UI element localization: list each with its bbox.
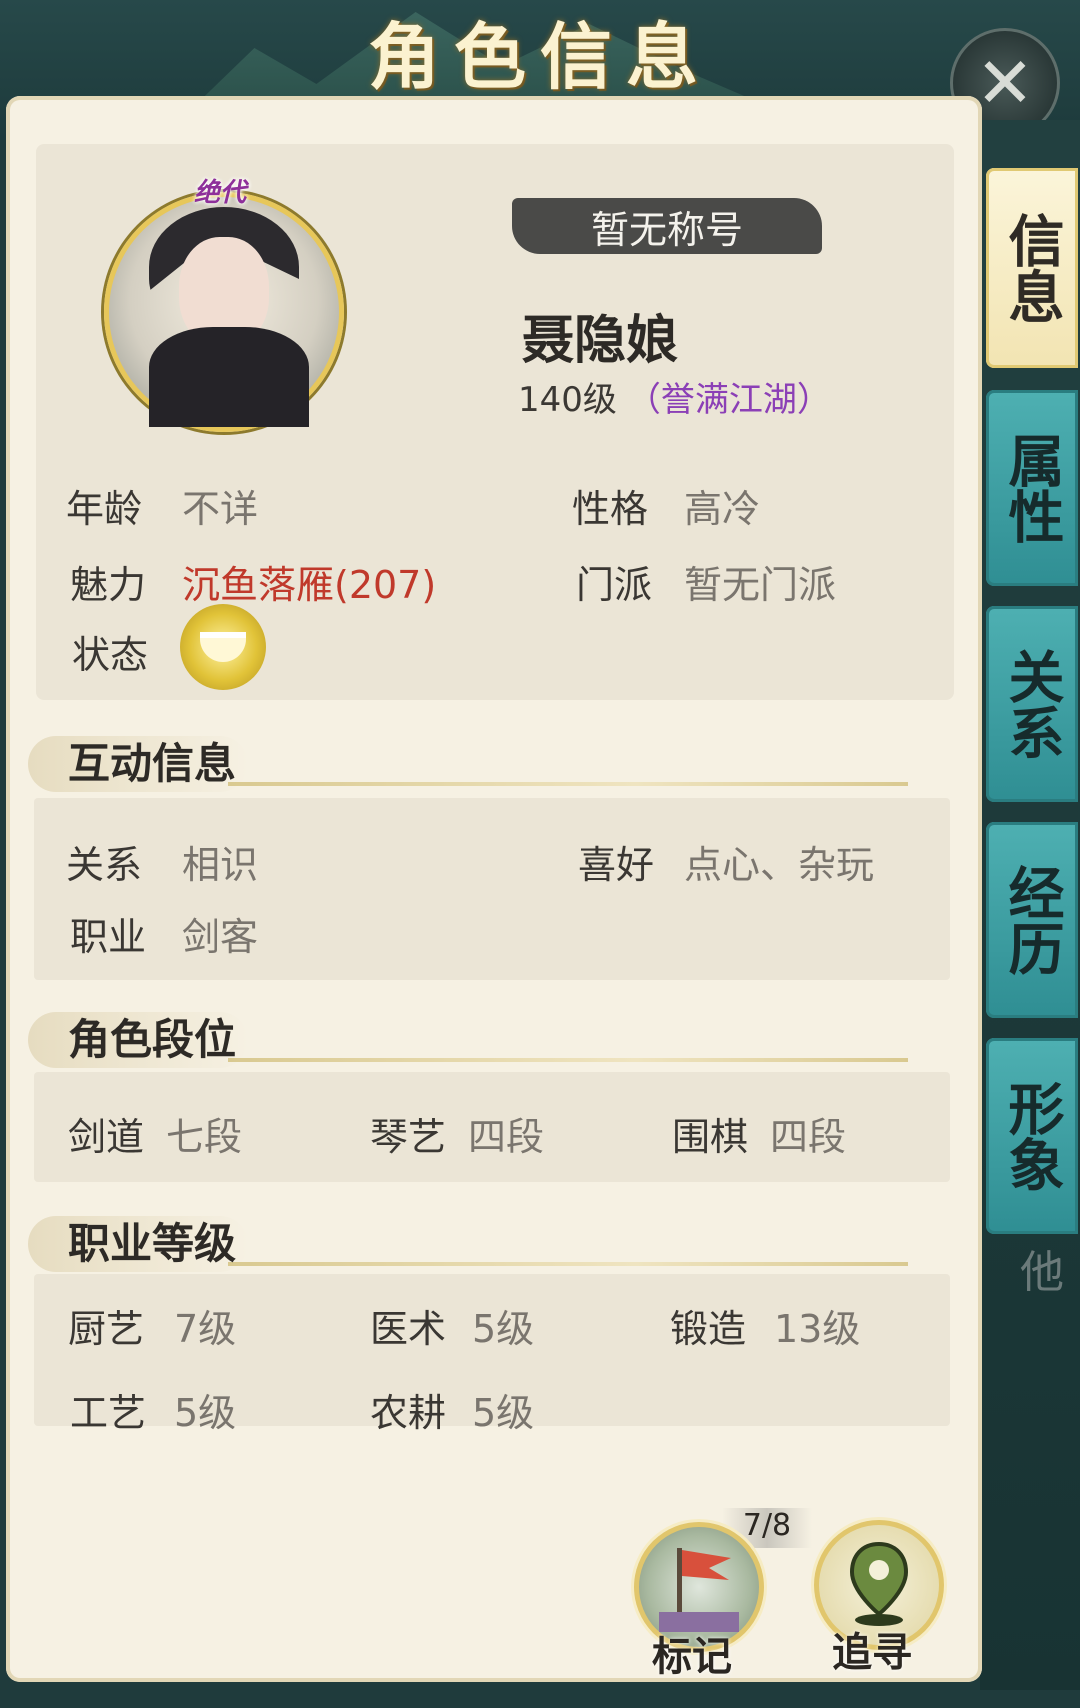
relation-label: 关系	[66, 843, 143, 887]
sect-label: 门派	[576, 563, 653, 607]
personality-label: 性格	[572, 487, 649, 531]
bowl-status-icon[interactable]	[180, 604, 266, 690]
job-level-value-medicine: 5级	[472, 1307, 535, 1351]
tab-relations-label: 关系	[999, 648, 1065, 760]
flag-icon	[659, 1548, 739, 1632]
hobby-value: 点心、杂玩	[684, 843, 875, 887]
age-value: 不详	[182, 487, 259, 531]
quality-badge: 绝代	[193, 178, 246, 208]
rank-value-go: 四段	[770, 1115, 847, 1159]
rank-value-qin: 四段	[468, 1115, 545, 1159]
job-label: 职业	[70, 915, 147, 959]
tab-appearance-label: 形象	[999, 1080, 1065, 1192]
avatar-body	[149, 327, 309, 427]
relation-value: 相识	[182, 843, 259, 887]
rank-label-sword: 剑道	[68, 1115, 145, 1159]
character-name: 聂隐娘	[521, 311, 678, 371]
avatar	[104, 192, 344, 432]
job-levels-header: 职业等级	[28, 1210, 908, 1272]
character-level-row: 140级 （誉满江湖）	[518, 372, 831, 420]
job-level-value-forging: 13级	[774, 1307, 861, 1351]
interaction-body	[34, 798, 950, 980]
personality-value: 高冷	[684, 487, 761, 531]
tab-attributes[interactable]: 属性	[986, 390, 1078, 586]
mark-label: 标记	[652, 1634, 732, 1680]
job-value: 剑客	[182, 915, 259, 959]
job-level-label-cooking: 厨艺	[68, 1307, 145, 1351]
tab-other-partial[interactable]: 他	[1020, 1236, 1064, 1300]
job-levels-header-text: 职业等级	[68, 1219, 237, 1268]
interaction-header-text: 互动信息	[68, 739, 237, 788]
title-banner: 暂无称号	[512, 198, 822, 254]
tab-relations[interactable]: 关系	[986, 606, 1078, 802]
location-pin-icon	[849, 1541, 909, 1626]
page-title: 角色信息	[367, 13, 712, 99]
rank-label-qin: 琴艺	[370, 1115, 447, 1159]
rank-label-go: 围棋	[672, 1115, 749, 1159]
job-level-label-craft: 工艺	[70, 1391, 147, 1435]
job-level-label-farming: 农耕	[370, 1391, 447, 1435]
job-level-value-craft: 5级	[174, 1391, 237, 1435]
rank-value-sword: 七段	[166, 1115, 243, 1159]
ranks-header-text: 角色段位	[68, 1015, 237, 1064]
age-label: 年龄	[66, 487, 143, 531]
tab-history-label: 经历	[999, 864, 1065, 976]
status-label: 状态	[72, 633, 149, 677]
track-label: 追寻	[832, 1630, 912, 1676]
job-level-value-farming: 5级	[472, 1391, 535, 1435]
character-level: 140级	[518, 380, 617, 420]
tab-attributes-label: 属性	[999, 432, 1065, 544]
job-level-label-medicine: 医术	[370, 1307, 447, 1351]
job-level-value-cooking: 7级	[174, 1307, 237, 1351]
tab-history[interactable]: 经历	[986, 822, 1078, 1018]
tab-info[interactable]: 信息	[986, 168, 1078, 368]
job-level-label-forging: 锻造	[670, 1307, 747, 1351]
sect-value: 暂无门派	[684, 563, 837, 607]
charm-value: 沉鱼落雁(207)	[182, 563, 437, 607]
character-rank: （誉满江湖）	[626, 380, 831, 420]
interaction-header: 互动信息	[28, 730, 908, 792]
tab-info-label: 信息	[999, 212, 1065, 324]
ranks-header: 角色段位	[28, 1006, 908, 1068]
charm-label: 魅力	[70, 563, 147, 607]
hobby-label: 喜好	[578, 843, 655, 887]
tab-appearance[interactable]: 形象	[986, 1038, 1078, 1234]
